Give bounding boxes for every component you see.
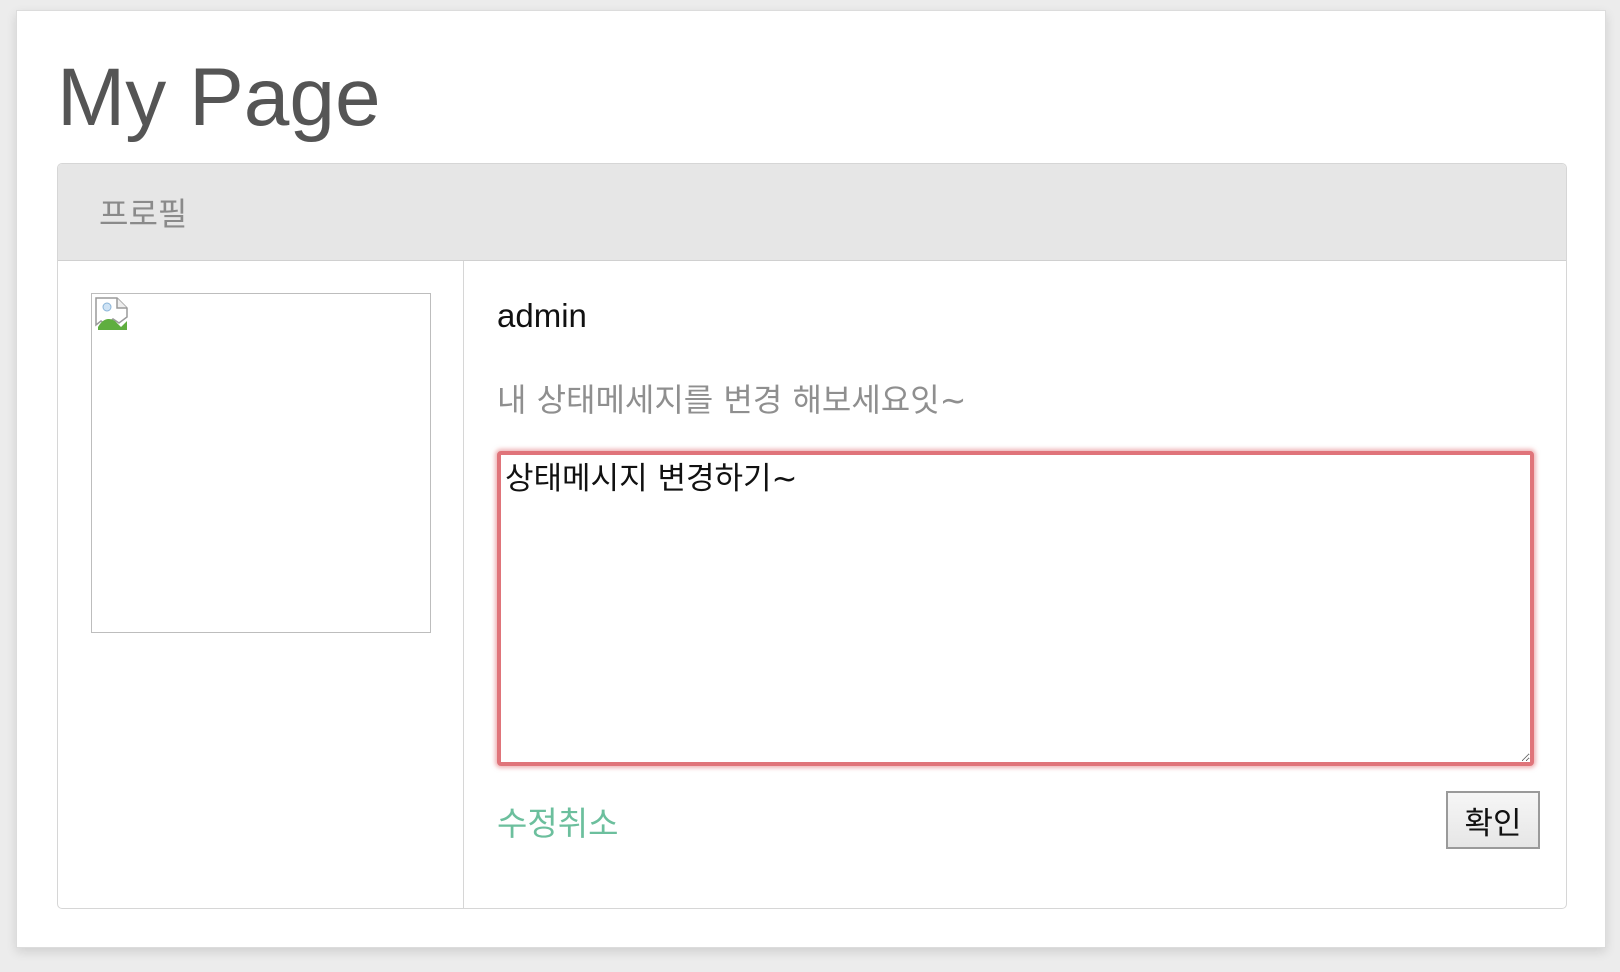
page-title: My Page bbox=[57, 52, 381, 143]
panel-header-title: 프로필 bbox=[99, 195, 188, 233]
profile-image bbox=[91, 293, 431, 633]
status-message-textarea[interactable]: 상태메시지 변경하기~ bbox=[497, 451, 1534, 766]
status-message: 내 상태메세지를 변경 해보세요잇~ bbox=[497, 381, 967, 419]
profile-image-column bbox=[58, 261, 464, 908]
username: admin bbox=[497, 297, 587, 334]
broken-image-icon bbox=[95, 297, 128, 330]
confirm-button[interactable]: 확인 bbox=[1446, 791, 1540, 849]
panel-header: 프로필 bbox=[58, 164, 1566, 261]
page-card: My Page 프로필 admin 내 상태메세지를 변경 해보세요잇~ 상태메… bbox=[16, 10, 1606, 948]
panel-body: admin 내 상태메세지를 변경 해보세요잇~ 상태메시지 변경하기~ 수정취… bbox=[58, 261, 1566, 908]
profile-panel: 프로필 admin 내 상태메세지를 변경 해보세요잇~ 상태메시지 변경하기~… bbox=[57, 163, 1567, 909]
profile-info-column: admin 내 상태메세지를 변경 해보세요잇~ 상태메시지 변경하기~ 수정취… bbox=[464, 261, 1566, 908]
cancel-edit-link[interactable]: 수정취소 bbox=[497, 797, 618, 845]
